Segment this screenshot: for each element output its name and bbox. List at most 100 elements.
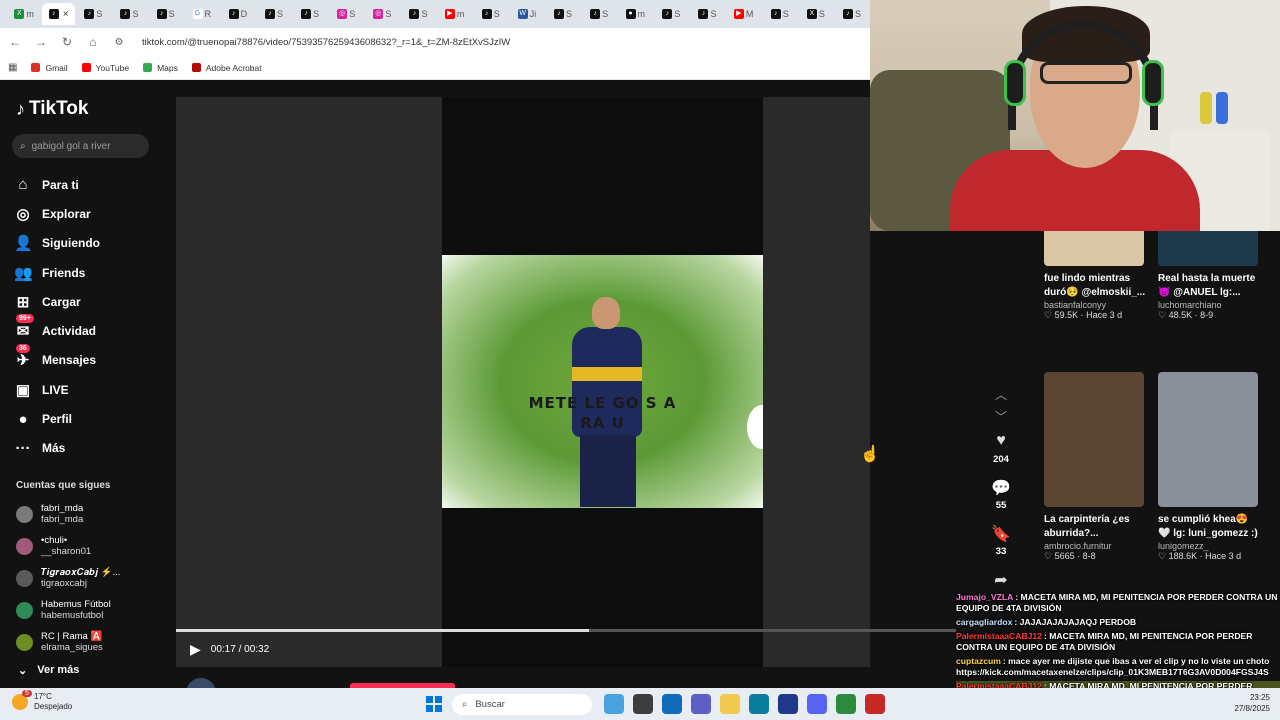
browser-tab[interactable]: W Ji <box>509 3 545 25</box>
tab-label: D <box>240 9 248 19</box>
nav-item[interactable]: ● Perfil <box>14 404 100 433</box>
nav-item[interactable]: ··· Más <box>14 434 100 463</box>
browser-tab[interactable]: ◎ S <box>328 3 364 25</box>
taskbar-app-icon[interactable] <box>749 694 769 714</box>
play-icon[interactable]: ▶ <box>190 641 201 658</box>
video-thumbnail[interactable] <box>1044 372 1144 507</box>
reload-icon[interactable]: ↻ <box>60 35 74 49</box>
tab-label: R <box>204 9 212 19</box>
bookmark-item[interactable]: YouTube <box>81 63 129 73</box>
related-video-user[interactable]: lunigomezz_ <box>1158 541 1250 551</box>
weather-widget[interactable]: 5 17°C Despejado <box>12 690 72 712</box>
upload-icon: ⊞ <box>16 293 30 311</box>
related-video-user[interactable]: luchomarchiano <box>1158 300 1250 310</box>
browser-tab[interactable]: ♪ S <box>256 3 292 25</box>
taskbar-app-icon[interactable] <box>720 694 740 714</box>
nav-item[interactable]: ⌂ Para ti <box>14 170 100 199</box>
browser-tab[interactable]: ♪ × <box>42 3 76 25</box>
tiktok-icon: ♪ <box>662 9 673 19</box>
browser-tab[interactable]: GR <box>184 3 220 25</box>
browser-tab[interactable]: ◎ S <box>364 3 400 25</box>
browser-tab[interactable]: ♪ S <box>834 3 870 25</box>
taskbar-app-icon[interactable] <box>836 694 856 714</box>
taskbar-app-icon[interactable] <box>633 694 653 714</box>
bookmark-label: Gmail <box>45 62 68 73</box>
tiktok-logo[interactable]: ♪ TikTok <box>16 98 88 120</box>
taskbar-search[interactable]: ⌕ Buscar <box>452 694 592 715</box>
nav-item[interactable]: ▣ LIVE <box>14 375 100 404</box>
browser-tab[interactable]: ♪ S <box>653 3 689 25</box>
browser-tab[interactable]: ♪ D <box>220 3 256 25</box>
tab-label: S <box>349 9 356 19</box>
video-progress-bar[interactable] <box>176 629 956 632</box>
like-button[interactable]: ♥ 204 <box>993 432 1009 476</box>
nav-item[interactable]: ◎ Explorar <box>14 199 100 228</box>
taskbar-app-icon[interactable] <box>691 694 711 714</box>
followed-account[interactable]: fabri_mda fabri_mda <box>16 498 120 530</box>
browser-tab[interactable]: ▶ M <box>726 3 762 25</box>
save-button[interactable]: 🔖 33 <box>991 524 1011 568</box>
taskbar-app-icon[interactable] <box>778 694 798 714</box>
browser-tab[interactable]: ♪ S <box>400 3 436 25</box>
chevron-down-icon[interactable]: ﹀ <box>995 408 1007 430</box>
related-video-title[interactable]: fue lindo mientras duró🥺 @elmoskii_... <box>1044 272 1148 300</box>
see-more-button[interactable]: ⌄ Ver más <box>18 664 79 677</box>
apps-grid-icon[interactable]: ▦ <box>8 62 17 73</box>
nav-item[interactable]: 👥 Friends <box>14 258 100 287</box>
related-video-title[interactable]: Real hasta la muerte 👿 @ANUEL lg:... <box>1158 272 1262 300</box>
followed-account[interactable]: Habemus Fútbol habemusfutbol <box>16 594 120 626</box>
browser-tab[interactable]: ♪ S <box>75 3 111 25</box>
search-input[interactable]: ⌕ gabigol gol a river <box>12 134 149 158</box>
taskbar-search-label: Buscar <box>475 699 505 710</box>
home-button-icon[interactable]: ⌂ <box>86 35 100 49</box>
related-video-title[interactable]: se cumplió khea😍 🤍 lg: luni_gomezz :) <box>1158 513 1262 541</box>
back-icon[interactable]: ← <box>8 35 22 49</box>
nav-item[interactable]: ✉ 99+ Actividad <box>14 314 100 345</box>
chat-username[interactable]: Jumajo_VZLA <box>956 592 1013 602</box>
comment-button[interactable]: 💬 55 <box>991 478 1011 522</box>
chevron-up-icon[interactable]: ︿ <box>995 386 1007 408</box>
chat-username[interactable]: cuptazcum <box>956 656 1001 666</box>
browser-tab[interactable]: ♪ S <box>148 3 184 25</box>
followed-account[interactable]: •chuli• __sharon01 <box>16 530 120 562</box>
chat-username[interactable]: PalermistaaaCABJ12 <box>956 631 1042 641</box>
browser-tab[interactable]: XS <box>798 3 834 25</box>
nav-item[interactable]: ✈ 36 Mensajes <box>14 343 100 375</box>
windows-start-icon[interactable] <box>426 696 442 712</box>
browser-tab[interactable]: ♪ S <box>689 3 725 25</box>
nav-item[interactable]: 👤 Siguiendo <box>14 229 100 258</box>
close-tab-icon[interactable]: × <box>63 9 69 20</box>
related-video-user[interactable]: ambrocio.furnitur <box>1044 541 1136 551</box>
related-video-user[interactable]: bastianfalconyy <box>1044 300 1136 310</box>
taskbar-app-icon[interactable] <box>865 694 885 714</box>
browser-tab[interactable]: ● m <box>617 3 653 25</box>
taskbar-app-icon[interactable] <box>604 694 624 714</box>
bookmark-item[interactable]: Gmail <box>31 62 68 73</box>
chat-username[interactable]: cargagliardox <box>956 617 1012 627</box>
browser-tab[interactable]: ♪ S <box>292 3 328 25</box>
url-field[interactable]: tiktok.com/@truenopai78876/video/7539357… <box>142 37 510 48</box>
forward-icon[interactable]: → <box>34 35 48 49</box>
nav-item[interactable]: ⊞ Cargar <box>14 287 100 316</box>
browser-tab[interactable]: Xm <box>6 3 42 25</box>
site-info-icon[interactable]: ⚙ <box>112 37 126 48</box>
taskbar-app-icon[interactable] <box>807 694 827 714</box>
video-thumbnail[interactable] <box>1158 372 1258 507</box>
followed-account[interactable]: 𝑻𝒊𝒈𝒓𝒂𝒐𝒙𝑪𝒂𝒃𝒋 ⚡... tigraoxcabj <box>16 562 120 594</box>
browser-tab[interactable]: ♪ S <box>762 3 798 25</box>
bookmark-item[interactable]: Adobe Acrobat <box>191 63 262 73</box>
browser-tab[interactable]: ♪ S <box>581 3 617 25</box>
followed-account[interactable]: RC | Rama 🅰️ elrama_sigues <box>16 626 120 658</box>
browser-tab[interactable]: ♪ S <box>111 3 147 25</box>
browser-tab[interactable]: ♪ S <box>473 3 509 25</box>
browser-tab[interactable]: ♪ S <box>545 3 581 25</box>
browser-tab[interactable]: ▶ m <box>437 3 473 25</box>
share-button[interactable]: ➦ <box>994 570 1007 592</box>
related-video-title[interactable]: La carpintería ¿es aburrida?... <box>1044 513 1148 541</box>
taskbar-app-icon[interactable] <box>662 694 682 714</box>
bookmark-item[interactable]: Maps <box>143 63 178 73</box>
bookmark-favicon-icon <box>191 63 201 72</box>
related-video-card[interactable]: La carpintería ¿es aburrida?... ambrocio.… <box>1026 372 1144 562</box>
related-video-card[interactable]: se cumplió khea😍 🤍 lg: luni_gomezz :) lun… <box>1140 372 1258 562</box>
video-frame[interactable]: METE LE GO S A RA U <box>442 255 763 508</box>
